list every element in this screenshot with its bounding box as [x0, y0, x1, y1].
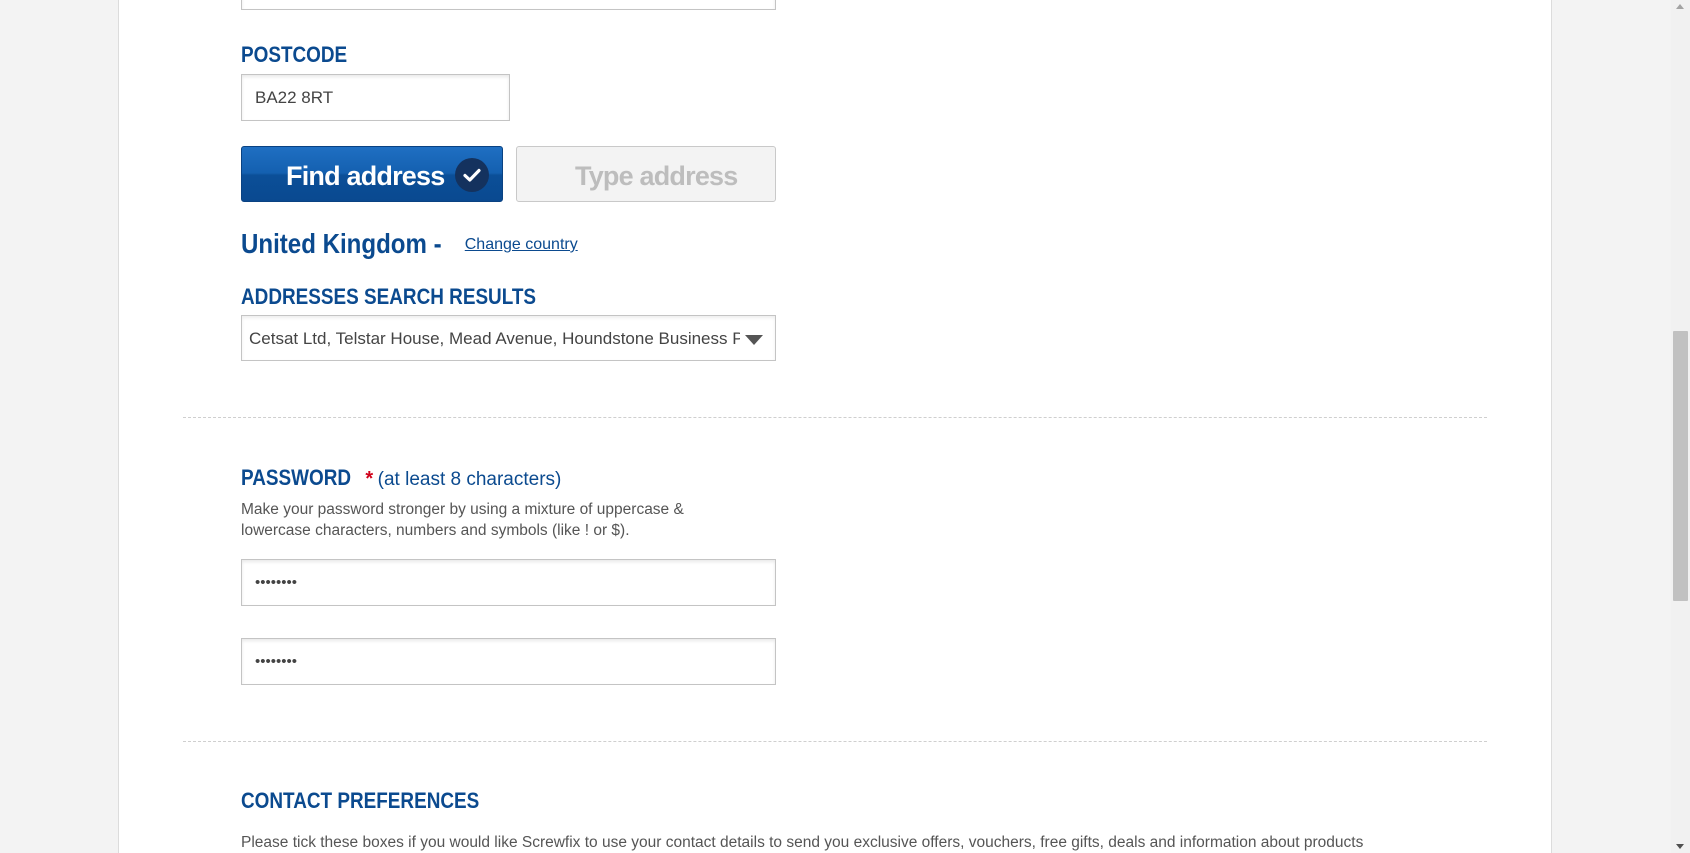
password-help-line-2: lowercase characters, numbers and symbol…	[241, 522, 630, 539]
registration-form-panel: POSTCODE BA22 8RT Find address Type addr…	[118, 0, 1552, 853]
contact-preferences-text: Please tick these boxes if you would lik…	[241, 834, 1364, 851]
password-label: PASSWORD	[241, 465, 352, 490]
section-divider	[183, 741, 1487, 742]
page-scrollbar[interactable]	[1671, 0, 1690, 853]
type-address-button[interactable]: Type address	[516, 146, 776, 202]
password-masked-value: ••••••••	[255, 574, 298, 591]
section-divider	[183, 417, 1487, 418]
password-label-row: PASSWORD * (at least 8 characters)	[241, 465, 561, 491]
dropdown-arrow-icon	[745, 335, 763, 345]
address-selected-value: Cetsat Ltd, Telstar House, Mead Avenue, …	[249, 329, 740, 348]
change-country-link[interactable]: Change country	[465, 236, 578, 253]
find-address-button[interactable]: Find address	[241, 146, 503, 202]
password-help-text: Make your password stronger by using a m…	[241, 499, 684, 541]
confirm-password-masked-value: ••••••••	[255, 653, 298, 670]
postcode-input[interactable]: BA22 8RT	[241, 74, 510, 121]
country-name: United Kingdom -	[241, 228, 442, 259]
password-help-line-1: Make your password stronger by using a m…	[241, 501, 684, 518]
contact-preferences-heading: CONTACT PREFERENCES	[241, 788, 480, 813]
country-row: United Kingdom - Change country	[241, 228, 578, 260]
postcode-value: BA22 8RT	[255, 87, 334, 107]
password-length-hint: (at least 8 characters)	[377, 469, 562, 490]
confirm-password-input[interactable]: ••••••••	[241, 638, 776, 685]
password-input[interactable]: ••••••••	[241, 559, 776, 606]
required-mark: *	[365, 468, 374, 490]
scroll-up-icon[interactable]	[1676, 4, 1684, 9]
find-address-label: Find address	[286, 161, 445, 191]
address-line-field[interactable]	[241, 0, 776, 10]
address-results-label: ADDRESSES SEARCH RESULTS	[241, 284, 537, 309]
type-address-label: Type address	[575, 161, 738, 191]
checkmark-icon	[455, 158, 489, 192]
scrollbar-thumb[interactable]	[1673, 331, 1688, 601]
scroll-down-icon[interactable]	[1676, 844, 1684, 849]
postcode-label: POSTCODE	[241, 42, 348, 67]
address-results-select[interactable]: Cetsat Ltd, Telstar House, Mead Avenue, …	[241, 315, 776, 361]
